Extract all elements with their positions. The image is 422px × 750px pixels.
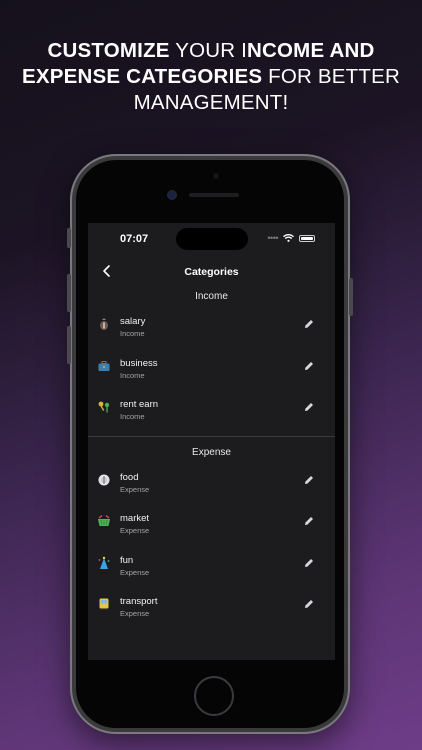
- promo-headline: CUSTOMIZE YOUR INCOME AND EXPENSE CATEGO…: [0, 38, 422, 116]
- category-row-business[interactable]: business Income: [88, 349, 335, 391]
- headline-line-2: EXPENSE CATEGORIES FOR BETTER: [22, 65, 400, 88]
- volume-down-button: [67, 326, 71, 364]
- section-title-income: Income: [195, 291, 228, 302]
- wifi-icon: [283, 234, 294, 242]
- edit-pencil-icon[interactable]: [303, 557, 315, 569]
- nav-bar: Categories: [88, 257, 335, 287]
- expense-section: Expense food Expense market Expense fun …: [88, 443, 335, 629]
- home-button[interactable]: [194, 676, 234, 716]
- front-camera: [168, 191, 176, 199]
- mute-switch: [67, 228, 71, 248]
- basket-icon: [98, 515, 110, 526]
- proximity-sensor: [213, 173, 219, 179]
- page-title: Categories: [184, 266, 239, 278]
- headline-line-3: MANAGEMENT!: [133, 91, 289, 114]
- category-row-transport[interactable]: transport Expense: [88, 587, 335, 629]
- battery-icon: [299, 234, 315, 242]
- dynamic-island: [176, 228, 248, 250]
- section-title-expense: Expense: [192, 446, 231, 458]
- edit-pencil-icon[interactable]: [303, 515, 315, 527]
- category-row-food[interactable]: food Expense: [88, 463, 335, 505]
- app-screen: 07:07 •••• Categories Income salary Inco…: [88, 223, 335, 660]
- party-icon: [98, 556, 110, 569]
- power-button: [349, 278, 353, 316]
- category-row-market[interactable]: market Expense: [88, 504, 335, 546]
- edit-pencil-icon[interactable]: [303, 598, 315, 610]
- category-row-salary[interactable]: salary Income: [88, 307, 335, 349]
- status-time: 07:07: [120, 233, 149, 245]
- money-bag-icon: [100, 318, 108, 330]
- bus-icon: [99, 598, 109, 611]
- income-section: Income salary Income business Income ren…: [88, 287, 335, 432]
- edit-pencil-icon[interactable]: [303, 360, 315, 372]
- plate-icon: [98, 474, 110, 485]
- briefcase-icon: [98, 360, 110, 371]
- signal-icon: ••••: [267, 233, 278, 243]
- category-row-fun[interactable]: fun Expense: [88, 546, 335, 588]
- keys-icon: [98, 401, 110, 413]
- edit-pencil-icon[interactable]: [303, 401, 315, 413]
- earpiece-speaker: [189, 193, 239, 197]
- edit-pencil-icon[interactable]: [303, 474, 315, 486]
- status-bar: 07:07 ••••: [88, 223, 335, 257]
- status-icons: ••••: [267, 233, 315, 243]
- volume-up-button: [67, 274, 71, 312]
- headline-line-1: CUSTOMIZE YOUR INCOME AND: [47, 39, 375, 62]
- edit-pencil-icon[interactable]: [303, 318, 315, 330]
- category-row-rent-earn[interactable]: rent earn Income: [88, 390, 335, 432]
- section-divider: [88, 435, 335, 437]
